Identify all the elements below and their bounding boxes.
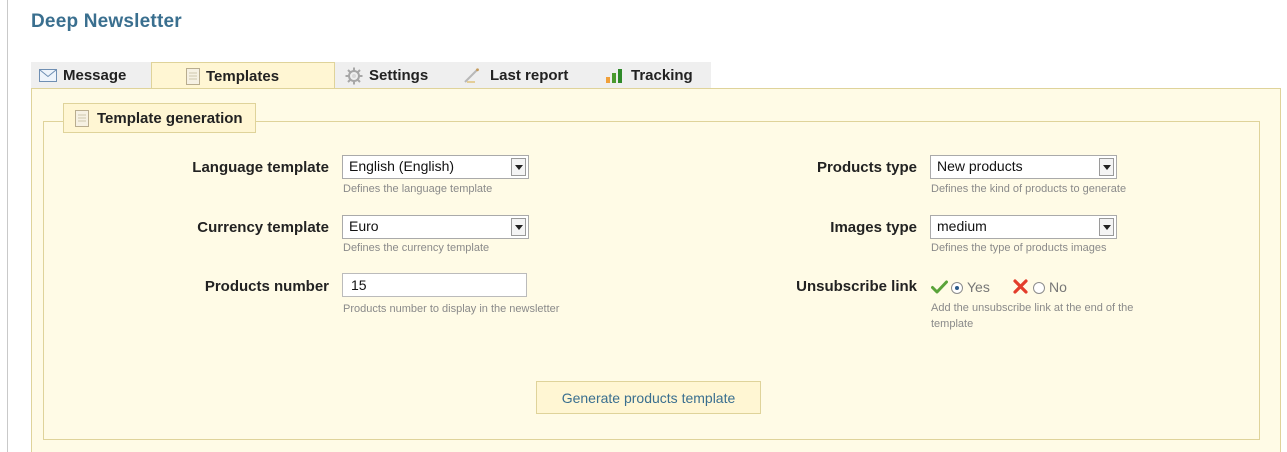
dropdown-arrow-icon[interactable]	[511, 158, 526, 176]
products-type-label: Products type	[816, 159, 917, 176]
unsubscribe-hint-line2: template	[931, 318, 974, 330]
tab-tracking-label: Tracking	[631, 67, 693, 84]
section-title: Template generation	[97, 109, 243, 127]
unsubscribe-no-label: No	[1049, 279, 1067, 295]
language-template-label: Language template	[192, 159, 329, 176]
dropdown-arrow-icon[interactable]	[1099, 158, 1114, 176]
tab-tracking[interactable]: Tracking	[599, 62, 711, 89]
cross-icon	[1013, 279, 1028, 299]
products-number-label: Products number	[204, 278, 329, 295]
page-title: Deep Newsletter	[31, 11, 182, 32]
currency-template-hint: Defines the currency template	[343, 242, 490, 254]
generate-products-template-button[interactable]: Generate products template	[536, 381, 761, 414]
left-border-line	[7, 0, 8, 452]
products-type-select[interactable]: New products	[930, 155, 1117, 179]
tab-last-report-label: Last report	[490, 67, 569, 84]
dropdown-arrow-icon[interactable]	[1099, 218, 1114, 236]
unsubscribe-yes-label: Yes	[967, 279, 990, 295]
tab-message-label: Message	[63, 67, 127, 84]
products-number-hint: Products number to display in the newsle…	[343, 303, 560, 315]
products-type-value: New products	[937, 158, 1023, 174]
unsubscribe-hint-line1: Add the unsubscribe link at the end of t…	[931, 302, 1134, 314]
images-type-hint: Defines the type of products images	[931, 242, 1107, 254]
checkmark-icon	[931, 280, 948, 299]
images-type-select[interactable]: medium	[930, 215, 1117, 239]
language-template-hint: Defines the language template	[343, 183, 493, 195]
tab-message[interactable]: Message	[31, 62, 151, 89]
document-icon	[75, 109, 89, 127]
document-icon	[186, 67, 200, 85]
tab-templates[interactable]: Templates	[151, 62, 335, 89]
language-template-select[interactable]: English (English)	[342, 155, 529, 179]
gear-icon	[345, 67, 363, 85]
tab-settings[interactable]: Settings	[335, 62, 457, 89]
currency-template-value: Euro	[349, 218, 379, 234]
tab-bar: Message Templates Settings Last report T…	[31, 62, 711, 89]
language-template-value: English (English)	[349, 158, 455, 174]
currency-template-label: Currency template	[197, 219, 329, 236]
currency-template-select[interactable]: Euro	[342, 215, 529, 239]
dropdown-arrow-icon[interactable]	[511, 218, 526, 236]
bar-chart-icon	[605, 68, 625, 84]
tab-templates-label: Templates	[206, 67, 280, 85]
images-type-label: Images type	[830, 219, 917, 236]
section-legend: Template generation	[63, 103, 256, 133]
unsubscribe-no-radio[interactable]	[1033, 282, 1045, 294]
pencil-icon	[462, 67, 484, 84]
unsubscribe-yes-radio[interactable]	[951, 282, 963, 294]
images-type-value: medium	[937, 218, 987, 234]
tab-settings-label: Settings	[369, 67, 429, 84]
tab-last-report[interactable]: Last report	[457, 62, 599, 89]
unsubscribe-link-label: Unsubscribe link	[796, 278, 917, 295]
products-type-hint: Defines the kind of products to generate	[931, 183, 1127, 195]
envelope-icon	[39, 69, 57, 82]
products-number-input[interactable]: 15	[342, 273, 527, 297]
